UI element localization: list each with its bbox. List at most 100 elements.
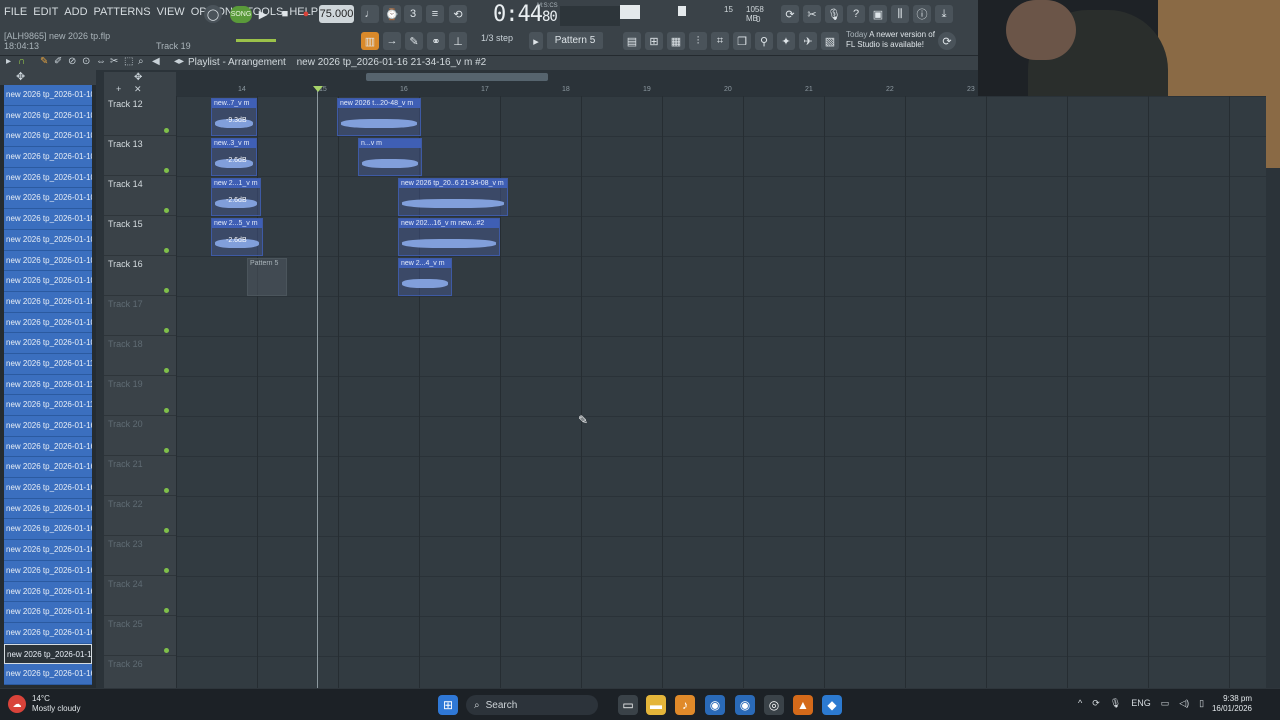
audio-clip[interactable]: new 2...5_v m -2.6dB <box>211 218 263 256</box>
pattern-prev-icon[interactable]: ▸ <box>529 32 543 50</box>
mic-tray-icon[interactable]: 🎙 <box>1110 698 1121 709</box>
browser-item[interactable]: new 2026 tp_2026-01-16... <box>4 581 92 603</box>
cut-icon[interactable]: ✂ <box>803 5 821 23</box>
play-button[interactable]: ▶ <box>254 5 272 23</box>
network-icon[interactable]: ▭ <box>1161 698 1170 709</box>
scroll-thumb[interactable] <box>366 73 548 81</box>
track-mute-led[interactable] <box>164 448 169 453</box>
taskbar-search[interactable]: ⌕ Search <box>466 695 598 715</box>
project-browser-icon[interactable]: ▧ <box>821 32 839 50</box>
track-mute-led[interactable] <box>164 208 169 213</box>
tempo-display[interactable]: 75.000 <box>319 5 354 23</box>
browser-item[interactable]: new 2026 tp_2026-01-16... <box>4 622 92 644</box>
track-header[interactable]: Track 20 <box>104 416 176 456</box>
playlist-grid[interactable]: new..7_v m -9.3dB new 2026 t...20-48_v m ne… <box>176 96 1266 688</box>
move-icon[interactable]: ✥ <box>134 72 142 83</box>
language-indicator[interactable]: ENG <box>1131 698 1151 709</box>
countdown-icon[interactable]: 3 <box>404 5 422 23</box>
taskbar-clock[interactable]: 9:38 pm 16/01/2026 <box>1204 694 1252 714</box>
fl-studio-taskbar-icon[interactable]: ♪ <box>675 695 695 715</box>
browser-icon[interactable]: ❐ <box>733 32 751 50</box>
track-mute-led[interactable] <box>164 248 169 253</box>
browser-item[interactable]: new 2026 tp_2026-01-16... <box>4 540 92 561</box>
step-sequencer-icon[interactable]: ⊞ <box>645 32 663 50</box>
playlist-menu-icon[interactable]: ▸ <box>6 56 11 67</box>
touch-keyboard-icon[interactable]: ✈ <box>799 32 817 50</box>
browser-item[interactable]: new 2026 tp_2026-01-10... <box>4 167 92 189</box>
browser-item[interactable]: new 2026 tp_2026-01-16... <box>4 498 92 520</box>
browser-item[interactable]: new 2026 tp_2026-01-11... <box>4 353 92 375</box>
track-mute-led[interactable] <box>164 368 169 373</box>
track-mute-led[interactable] <box>164 288 169 293</box>
audio-clip[interactable]: new 2026 tp_20..6 21-34-08_v m <box>398 178 508 216</box>
draw-icon[interactable]: ✎ <box>405 32 423 50</box>
obs-icon[interactable]: ◎ <box>764 695 784 715</box>
playhead-marker[interactable] <box>313 86 323 92</box>
slice-icon[interactable]: ✂ <box>110 56 118 67</box>
track-header[interactable]: Track 13 <box>104 136 176 176</box>
paint-icon[interactable]: ✐ <box>54 56 62 67</box>
pencil-icon[interactable]: ✎ <box>40 56 48 67</box>
track-header[interactable]: Track 21 <box>104 456 176 496</box>
download-icon[interactable]: ⤓ <box>935 5 953 23</box>
sync-icon[interactable]: ⟳ <box>1092 698 1100 709</box>
piano-roll-icon[interactable]: ▦ <box>667 32 685 50</box>
app-icon[interactable]: ◆ <box>822 695 842 715</box>
tray-overflow-icon[interactable]: ^ <box>1078 698 1082 709</box>
wait-input-icon[interactable]: ⌚ <box>383 5 401 23</box>
browser-item[interactable]: new 2026 tp_2026-01-11... <box>4 395 92 416</box>
menu-add[interactable]: ADD <box>64 6 87 18</box>
link-icon[interactable]: ⚭ <box>427 32 445 50</box>
stop-button[interactable]: ■ <box>276 5 294 23</box>
refresh-icon[interactable]: ⟳ <box>781 5 799 23</box>
mixer-view-icon[interactable]: ⫶ <box>689 32 707 50</box>
track-header[interactable]: Track 14 <box>104 176 176 216</box>
audio-clip[interactable]: new..3_v m -2.6dB <box>211 138 257 176</box>
track-header[interactable]: Track 16 <box>104 256 176 296</box>
plugin-icon[interactable]: ⚲ <box>755 32 773 50</box>
song-mode-button[interactable]: SONG <box>230 6 252 23</box>
menu-patterns[interactable]: PATTERNS <box>94 6 151 18</box>
track-mute-led[interactable] <box>164 128 169 133</box>
help-icon[interactable]: ? <box>847 5 865 23</box>
vertical-scrollbar[interactable] <box>1266 168 1280 688</box>
info-icon[interactable]: ⓘ <box>913 5 931 23</box>
track-header[interactable]: Track 24 <box>104 576 176 616</box>
mute-icon[interactable]: ⊙ <box>82 56 90 67</box>
track-mute-led[interactable] <box>164 488 169 493</box>
select-icon[interactable]: ⬚ <box>124 56 133 67</box>
browser-item[interactable]: new 2026 tp_2026-01-10... <box>4 188 92 210</box>
audio-clip[interactable]: Pattern 5 <box>247 258 287 296</box>
browser-item[interactable]: new 2026 tp_2026-01-10... <box>4 333 92 354</box>
browser-item[interactable]: new 2026 tp_2026-01-16... <box>4 436 92 458</box>
browser-item[interactable]: new 2026 tp_2026-01-10... <box>4 250 92 272</box>
update-notice[interactable]: Today A newer version of FL Studio is av… <box>846 30 938 50</box>
close-icon[interactable]: ✕ <box>134 84 142 95</box>
step-edit-icon[interactable]: ≡ <box>426 5 444 23</box>
task-view-icon[interactable]: ▭ <box>618 695 638 715</box>
nav-arrow-icon[interactable]: ◂▸ <box>174 56 184 67</box>
loop-record-icon[interactable]: ⟲ <box>449 5 467 23</box>
stamp-icon[interactable]: ⊥ <box>449 32 467 50</box>
audio-clip[interactable]: n...v m <box>358 138 422 176</box>
audio-clip[interactable]: new 2026 t...20-48_v m <box>337 98 421 136</box>
browser-item[interactable]: new 2026 tp_2026-01-11... <box>4 374 92 396</box>
menu-edit[interactable]: EDIT <box>33 6 58 18</box>
save-icon[interactable]: ▣ <box>869 5 887 23</box>
browser-item[interactable]: new 2026 tp_2026-01-10... <box>4 209 92 230</box>
browser-item[interactable]: new 2026 tp_2026-01-16... <box>4 664 92 685</box>
magnet-icon[interactable]: ∩ <box>18 56 25 67</box>
browser-move-icon[interactable]: ✥ <box>16 70 25 83</box>
metronome-icon[interactable]: ♩ <box>361 5 379 23</box>
browser-item[interactable]: new 2026 tp_2026-01-16... <box>4 602 92 623</box>
audio-clip[interactable]: new 2...4_v m <box>398 258 452 296</box>
browser-item[interactable]: new 2026 tp_2026-01-10... <box>4 126 92 148</box>
update-icon[interactable]: ⟳ <box>938 32 956 50</box>
track-mute-led[interactable] <box>164 328 169 333</box>
track-mute-led[interactable] <box>164 528 169 533</box>
browser-item[interactable]: new 2026 tp_2026-01-16... <box>4 643 92 665</box>
track-header[interactable]: Track 23 <box>104 536 176 576</box>
browser-item[interactable]: new 2026 tp_2026-01-10... <box>4 271 92 292</box>
audio-clip[interactable]: new 2...1_v m -2.6dB <box>211 178 261 216</box>
add-icon[interactable]: + <box>116 84 121 94</box>
